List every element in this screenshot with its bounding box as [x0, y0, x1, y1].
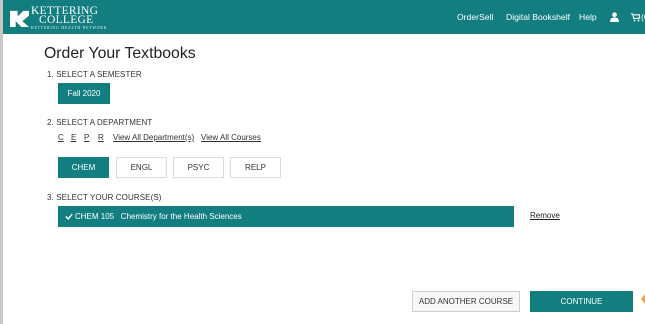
logo-wordmark: KETTERING COLLEGE KETTERING HEALTH NETWO…: [31, 5, 108, 31]
top-nav-bar: KETTERING COLLEGE KETTERING HEALTH NETWO…: [3, 0, 645, 34]
step-select-courses: 3. SELECT YOUR COURSE(S): [47, 193, 162, 202]
department-relp-button[interactable]: RELP: [230, 157, 281, 178]
step-select-department: 2. SELECT A DEPARTMENT: [47, 118, 153, 127]
semester-fall-2020-button[interactable]: Fall 2020: [58, 83, 110, 104]
letter-filter-r[interactable]: R: [98, 133, 104, 142]
nav-order[interactable]: Order: [457, 0, 479, 34]
cart-icon: [631, 12, 640, 21]
nav-digital-bookshelf[interactable]: Digital Bookshelf: [506, 0, 570, 34]
letter-filter-e[interactable]: E: [71, 133, 76, 142]
logo-college: COLLEGE: [39, 14, 94, 26]
view-all-departments-link[interactable]: View All Department(s): [113, 133, 194, 142]
selected-course-row[interactable]: CHEM 105 Chemistry for the Health Scienc…: [58, 206, 514, 227]
remove-course-link[interactable]: Remove: [530, 211, 560, 220]
department-psyc-button[interactable]: PSYC: [173, 157, 224, 178]
page-frame: KETTERING COLLEGE KETTERING HEALTH NETWO…: [0, 0, 645, 324]
selected-course-label: CHEM 105 Chemistry for the Health Scienc…: [75, 212, 242, 221]
chat-bubble-icon[interactable]: [639, 289, 645, 309]
kettering-logo-mark-icon: [10, 10, 29, 27]
checkmark-icon: [65, 213, 73, 220]
department-chem-button[interactable]: CHEM: [58, 157, 109, 178]
view-all-courses-link[interactable]: View All Courses: [201, 133, 261, 142]
letter-filter-c[interactable]: C: [58, 133, 64, 142]
user-icon[interactable]: [610, 12, 619, 22]
cart-count: (0: [641, 12, 645, 22]
nav-sell[interactable]: Sell: [479, 0, 493, 34]
page-title: Order Your Textbooks: [44, 45, 196, 62]
logo-subtitle: KETTERING HEALTH NETWORK: [31, 26, 108, 30]
nav-help[interactable]: Help: [579, 0, 597, 34]
kettering-logo[interactable]: KETTERING COLLEGE KETTERING HEALTH NETWO…: [10, 5, 108, 31]
department-engl-button[interactable]: ENGL: [116, 157, 167, 178]
add-another-course-button[interactable]: ADD ANOTHER COURSE: [412, 291, 520, 312]
letter-filter-p[interactable]: P: [84, 133, 89, 142]
cart-link[interactable]: (0: [631, 0, 645, 34]
step-select-semester: 1. SELECT A SEMESTER: [47, 70, 142, 79]
continue-button[interactable]: CONTINUE: [530, 291, 633, 312]
